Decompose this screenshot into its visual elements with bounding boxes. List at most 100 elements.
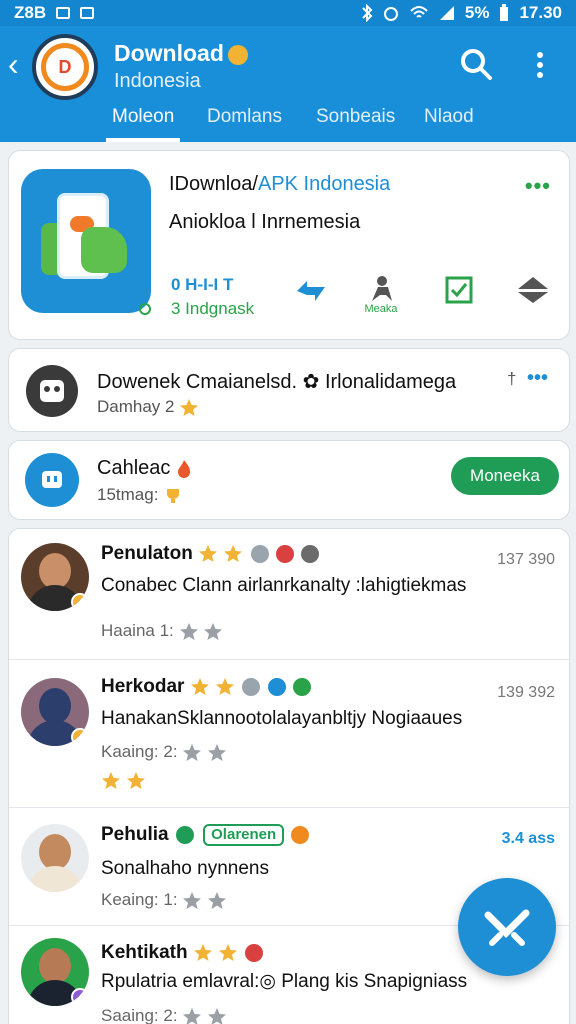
review-meta: Kaaing: 2: [101,742,227,763]
bluetooth-icon [362,4,373,22]
review-item[interactable]: Herkodar 139 392 HanakanSklannootolalaya… [9,659,569,807]
back-arrow-icon[interactable]: ‹ [8,48,19,80]
check-badge-icon [292,677,311,696]
hero-stat-line2: 3 Indgnask [171,299,255,318]
list-item-more-icon[interactable]: ••• [527,367,548,390]
more-options-icon[interactable] [528,48,552,82]
signal-icon [439,6,454,20]
review-time: 3.4 ass [501,830,555,847]
review-name-line: Herkodar [101,676,311,698]
app-hero-card: IDownloa/APK Indonesia Aniokloa l Inrnem… [8,150,570,340]
search-icon[interactable] [458,46,494,82]
review-name: Pehulia [101,824,169,846]
review-text: Conabec Clann airlanrkanalty :lahigtiekm… [101,575,467,596]
moneeka-button[interactable]: Moneeka [451,457,559,495]
review-name: Kehtikath [101,942,188,963]
meaka-label: Meaka [364,303,398,315]
avatar-head [39,834,71,870]
star-empty-icon [179,622,198,640]
hero-subtitle: Aniokloa l Inrnemesia [169,211,361,233]
star-empty-icon [208,1007,227,1024]
flower-badge-icon [175,826,194,844]
review-name-line: Kehtikath [101,942,264,964]
avatar-head [39,948,71,984]
review-item[interactable]: Penulaton 137 390 Conabec Clann airlanrk… [9,529,569,659]
review-text: Rpulatria emlavral:◎ Plang kis Snapignia… [101,971,468,992]
star-empty-icon [208,743,227,761]
list-item-subtitle-text: Damhay 2 [97,397,175,416]
meaka-action[interactable]: Meaka [361,275,401,319]
notification-icon [80,7,95,19]
share-icon [297,281,325,301]
avatar-head [39,553,71,589]
person-icon [372,276,392,301]
alert-badge-icon [275,544,294,563]
review-meta-text: Saaing: 2: [101,1006,178,1024]
share-action[interactable] [291,275,331,319]
list-item-title: Dowenek Cmaianelsd. ✿ Irlonalidamega [97,371,457,393]
robot-icon [25,364,79,418]
smiley-icon [227,44,248,65]
floating-action-button[interactable] [458,878,556,976]
info-badge-icon [250,544,269,563]
avatar [21,678,89,746]
emoji-badge-icon [291,826,310,844]
review-meta-text: Keaing: 1: [101,890,178,909]
avatar-badge-icon [71,728,89,746]
battery-icon [500,4,509,21]
star-icon [219,943,238,961]
app-icon [21,169,151,313]
review-meta: Keaing: 1: [101,890,227,911]
star-empty-icon [183,891,202,909]
chat-app-icon [25,453,79,507]
list-item-subtitle: Damhay 2 [97,397,199,418]
review-text: HanakanSklannootolalayanbltjy Nogiaaues [101,708,463,729]
swap-icon [518,277,548,303]
hero-title: IDownloa/APK Indonesia [169,173,390,196]
review-rating [101,770,146,791]
logo-mark-icon: D [41,43,89,91]
hand-icon [81,227,127,273]
review-meta-text: Haaina 1: [101,621,174,640]
tab-sonbeais[interactable]: Sonbeais [316,104,395,142]
hero-title-prefix: IDownloa/ [169,173,258,195]
star-icon [190,677,209,695]
list-item-related[interactable]: Dowenek Cmaianelsd. ✿ Irlonalidamega Dam… [8,348,570,432]
tab-moleon[interactable]: Moleon [105,104,181,142]
hero-stat-line1: 0 H-I-I T [171,275,234,294]
checklist-action[interactable] [439,275,479,319]
review-time: 139 392 [497,684,555,701]
trophy-icon [167,488,180,503]
star-icon [199,544,218,562]
hero-more-icon[interactable]: ••• [525,173,551,199]
star-empty-icon [183,743,202,761]
review-text: Sonalhaho nynnens [101,858,269,879]
star-icon [102,771,120,789]
tab-domlans[interactable]: Domlans [207,104,282,142]
review-name: Penulaton [101,543,193,564]
list-item-cahleac[interactable]: Cahleac 15tmag: Moneeka [8,440,570,520]
avatar-head [39,688,71,724]
alarm-icon [383,7,398,21]
globe-badge-icon [267,677,286,696]
list-item-subtitle-text: 15tmag: [97,485,159,504]
gallery-icon [56,7,71,19]
swap-action[interactable] [513,275,553,319]
review-name-line: Pehulia Olarenen [101,824,310,846]
tab-nlaod[interactable]: Nlaod [424,104,474,142]
status-time: 17.30 [519,3,562,22]
avatar [21,938,89,1006]
app-subtitle: Indonesia [114,70,201,92]
avatar-badge-icon [71,988,89,1006]
status-left-text: Z8B [14,3,47,22]
star-icon [224,544,243,562]
wifi-icon [410,6,428,18]
battery-percent: 5% [464,3,490,22]
status-bar: Z8B 5% 17.30 [0,0,576,26]
review-meta: Saaing: 2: [101,1006,227,1024]
app-title: Download [114,40,248,67]
tab-bar: Moleon Domlans Sonbeais Nlaod [0,104,576,142]
review-meta: Haaina 1: [101,621,223,642]
star-empty-icon [204,622,223,640]
app-title-text: Download [114,40,224,66]
